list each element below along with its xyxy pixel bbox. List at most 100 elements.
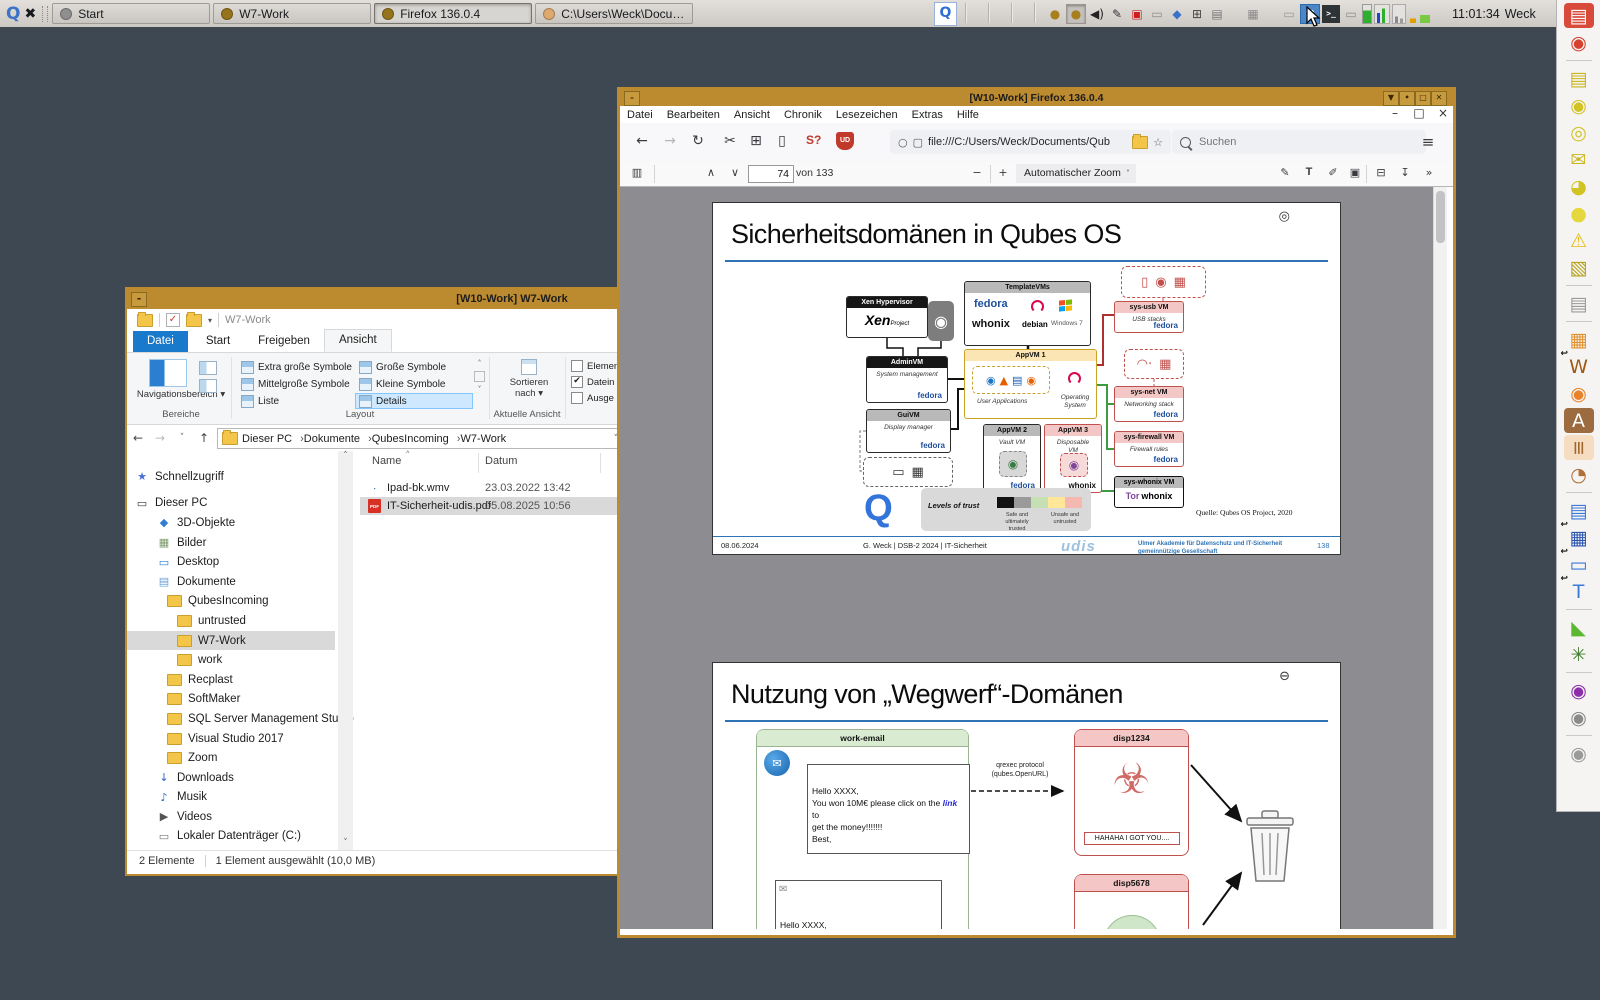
breadcrumb-item[interactable]: W7-Work bbox=[460, 433, 514, 445]
menu-item[interactable]: Hilfe bbox=[950, 109, 986, 121]
circle-yellow-icon[interactable]: ● bbox=[1564, 201, 1594, 226]
minimize-dot-button[interactable]: • bbox=[1399, 91, 1415, 106]
wireshark-green-icon[interactable]: ◣ bbox=[1564, 615, 1594, 640]
clock-copper-icon[interactable]: ◔ bbox=[1564, 462, 1594, 487]
ribbon-tab[interactable]: Start bbox=[192, 331, 244, 352]
display-red-icon[interactable]: ▣ bbox=[1128, 5, 1146, 23]
layout-scroll-strip[interactable]: ˄˅ bbox=[473, 359, 486, 394]
search-bar[interactable] bbox=[1172, 130, 1426, 154]
back-icon[interactable]: ← bbox=[632, 133, 652, 149]
save-icon[interactable]: ↧ bbox=[1396, 166, 1414, 179]
warning-yellow-icon[interactable]: ⚠ bbox=[1564, 228, 1594, 253]
mail-yellow-icon[interactable]: ✉ bbox=[1564, 147, 1594, 172]
menu-item[interactable]: Bearbeiten bbox=[660, 109, 727, 121]
files-red-icon[interactable]: ▤ bbox=[1564, 3, 1594, 28]
tree-item[interactable]: untrusted bbox=[127, 611, 335, 631]
firefox-yellow-icon[interactable]: ◉ bbox=[1564, 93, 1594, 118]
layout-option[interactable]: Extra große Symbole bbox=[237, 359, 355, 375]
tree-item[interactable]: W7-Work bbox=[127, 631, 335, 651]
ublock-shield-icon[interactable]: UD bbox=[836, 132, 854, 150]
taskbar-window-button[interactable]: Start bbox=[52, 3, 210, 24]
reload-icon[interactable]: ↻ bbox=[688, 133, 708, 149]
sort-by-button[interactable]: Sortierennach ▾ bbox=[499, 359, 559, 399]
zoom-in-icon[interactable]: + bbox=[994, 166, 1012, 179]
forward-icon[interactable]: → bbox=[149, 431, 171, 445]
taskbar-window-button[interactable]: W7-Work bbox=[213, 3, 371, 24]
zoom-select[interactable]: Automatischer Zoom ˅ bbox=[1016, 164, 1136, 183]
cpu-meter[interactable] bbox=[1362, 4, 1372, 24]
menu-item[interactable]: Lesezeichen bbox=[829, 109, 905, 121]
window-close-icon[interactable]: × bbox=[1434, 106, 1452, 120]
pdf-scrollbar[interactable] bbox=[1433, 187, 1447, 929]
history-graph[interactable] bbox=[1408, 5, 1432, 23]
usb-device-icon[interactable]: ▭ bbox=[1148, 5, 1166, 23]
tree-item[interactable]: ▭ Lokaler Datenträger (C:) bbox=[127, 827, 335, 847]
up-icon[interactable]: ↑ bbox=[193, 431, 215, 445]
shade-button[interactable]: ▼ bbox=[1383, 91, 1399, 106]
menu-item[interactable]: Chronik bbox=[777, 109, 829, 121]
navigation-pane-button-icon[interactable] bbox=[149, 359, 187, 387]
screenshot-extension-icon[interactable]: ✂ bbox=[720, 133, 740, 149]
taskbar-window-button[interactable]: Firefox 136.0.4 bbox=[374, 3, 532, 24]
qubes-menu-icon[interactable]: Q bbox=[6, 4, 20, 24]
tree-item[interactable]: ◆ 3D-Objekte bbox=[127, 513, 335, 533]
menu-item[interactable]: Datei bbox=[620, 109, 660, 121]
next-page-icon[interactable]: ∨ bbox=[726, 166, 744, 179]
tree-item[interactable]: work bbox=[127, 650, 335, 670]
file-cabinet-icon[interactable]: ▦ bbox=[1244, 5, 1262, 23]
ribbon-tab[interactable]: Datei bbox=[133, 331, 188, 352]
tree-item[interactable]: QubesIncoming bbox=[127, 592, 335, 612]
view-checkbox[interactable]: Elemen bbox=[571, 359, 619, 373]
qubes-domains-icon[interactable]: ◆ bbox=[1168, 5, 1186, 23]
divider[interactable] bbox=[1566, 609, 1592, 610]
previous-page-icon[interactable]: ∧ bbox=[702, 166, 720, 179]
writer-orange-icon[interactable]: W ↩ bbox=[1564, 354, 1594, 379]
text-tool-icon[interactable]: T bbox=[1300, 166, 1318, 178]
clock[interactable]: 11:01:34 Weck bbox=[1452, 0, 1536, 27]
print-icon[interactable]: ⊟ bbox=[1372, 166, 1390, 179]
draw-tool-icon[interactable]: ✐ bbox=[1324, 166, 1342, 179]
firefox-red-icon[interactable]: ◉ bbox=[1564, 30, 1594, 55]
frog-green-icon[interactable]: ✳ bbox=[1564, 642, 1594, 667]
page-number-input[interactable]: 74 bbox=[748, 165, 794, 183]
ribbon-tab[interactable]: Freigeben bbox=[244, 331, 324, 352]
scrollbar-thumb[interactable] bbox=[1436, 191, 1445, 243]
net-meter[interactable] bbox=[1374, 4, 1390, 24]
pdf-sidebar-toggle-icon[interactable]: ▥ bbox=[628, 166, 646, 179]
divider[interactable] bbox=[1566, 285, 1592, 286]
menu-item[interactable]: Extras bbox=[905, 109, 950, 121]
files-gray-icon[interactable]: ▤ bbox=[1564, 291, 1594, 316]
amazon-brown-icon[interactable]: A bbox=[1564, 408, 1594, 433]
back-icon[interactable]: ← bbox=[127, 431, 149, 445]
forward-icon[interactable]: → bbox=[660, 133, 680, 149]
copy-extension-icon[interactable]: ⊞ bbox=[746, 133, 766, 149]
history-chevron-icon[interactable]: ˅ bbox=[171, 433, 193, 443]
close-button[interactable]: ✕ bbox=[1431, 91, 1447, 106]
breadcrumb[interactable]: Dieser PCDokumenteQubesIncomingW7-Work ˅ bbox=[217, 428, 623, 449]
xfce-logo-icon[interactable]: ✖ bbox=[24, 6, 36, 22]
tree-item[interactable]: ▶ Videos bbox=[127, 807, 335, 827]
tree-item[interactable]: ▭ Dieser PC bbox=[127, 494, 335, 514]
tree-item[interactable]: Zoom bbox=[127, 748, 335, 768]
properties-check-icon[interactable]: ✓ bbox=[166, 313, 180, 327]
new-folder-icon[interactable] bbox=[186, 314, 202, 327]
taskbar-window-button[interactable]: C:\Users\Weck\Documen... bbox=[535, 3, 693, 24]
clipboard-icon[interactable]: ⊞ bbox=[1188, 5, 1206, 23]
script-blocker-icon[interactable]: S? bbox=[806, 133, 821, 147]
terminal-icon[interactable]: >_ bbox=[1322, 5, 1340, 23]
tree-item[interactable]: SQL Server Management Studio bbox=[127, 709, 335, 729]
checkbox-icon[interactable] bbox=[571, 392, 583, 404]
checkbox-icon[interactable] bbox=[571, 360, 583, 372]
window-minimize-icon[interactable]: – bbox=[1386, 106, 1404, 120]
files-yellow-icon[interactable]: ▤ bbox=[1564, 66, 1594, 91]
details-pane-icon[interactable] bbox=[199, 379, 217, 393]
divider[interactable] bbox=[1566, 672, 1592, 673]
checkbox-icon[interactable]: ✔ bbox=[571, 376, 583, 388]
more-tools-icon[interactable]: » bbox=[1420, 166, 1438, 179]
chromium-yellow-icon[interactable]: ◎ bbox=[1564, 120, 1594, 145]
zoom-out-icon[interactable]: − bbox=[968, 166, 986, 179]
url-text[interactable]: file:///C:/Users/Weck/Documents/Qub bbox=[928, 136, 1127, 148]
thunderbird-yellow-icon[interactable]: ◕ bbox=[1564, 174, 1594, 199]
menu-hamburger-icon[interactable]: ≡ bbox=[1418, 133, 1438, 151]
ribbon-tab[interactable]: Ansicht bbox=[324, 329, 392, 352]
